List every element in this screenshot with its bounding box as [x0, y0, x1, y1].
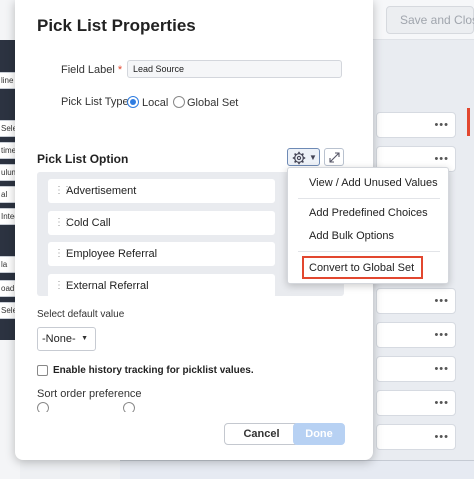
history-tracking-label: Enable history tracking for picklist val…: [53, 365, 254, 376]
default-value-selected: -None-: [42, 333, 76, 345]
bg-row: •••: [376, 390, 456, 416]
bg-row: •••: [376, 112, 456, 138]
radio-local-label: Local: [142, 97, 169, 109]
menu-divider: [298, 198, 440, 199]
chevron-down-icon: ▼: [309, 153, 317, 162]
menu-item-add-bulk-options[interactable]: Add Bulk Options: [288, 226, 448, 246]
pick-list-type-label: Pick List Type: [61, 96, 129, 108]
default-value-select[interactable]: -None- ▼: [37, 327, 96, 351]
required-mark: *: [117, 64, 123, 76]
menu-item-add-predefined-choices[interactable]: Add Predefined Choices: [288, 203, 448, 223]
expand-icon: [329, 152, 340, 163]
field-label-input[interactable]: Lead Source: [127, 60, 342, 78]
option-label: Cold Call: [66, 217, 111, 229]
more-icon[interactable]: •••: [434, 295, 449, 307]
expand-button[interactable]: [324, 148, 344, 166]
gear-icon: [292, 151, 306, 165]
drag-handle-icon[interactable]: ⋮⋮: [54, 274, 72, 296]
list-item[interactable]: ⋮⋮ Cold Call: [48, 211, 275, 235]
chevron-down-icon: ▼: [81, 335, 88, 342]
menu-divider: [298, 251, 440, 252]
more-icon[interactable]: •••: [434, 329, 449, 341]
list-item[interactable]: ⋮⋮ External Referral: [48, 274, 275, 296]
option-label: Advertisement: [66, 185, 137, 197]
more-icon[interactable]: •••: [434, 397, 449, 409]
drag-handle-icon[interactable]: ⋮⋮: [54, 211, 72, 235]
save-and-close-button[interactable]: Save and Close: [386, 6, 474, 34]
sort-radio-partial[interactable]: [37, 402, 49, 412]
option-label: External Referral: [66, 280, 149, 292]
default-value-label: Select default value: [37, 309, 125, 320]
option-label: Employee Referral: [66, 248, 158, 260]
highlight-box: [302, 256, 423, 279]
field-label-text: Field Label: [61, 64, 115, 76]
radio-global-set[interactable]: [173, 96, 185, 108]
sort-radio-partial[interactable]: [123, 402, 135, 412]
more-icon[interactable]: •••: [434, 153, 449, 165]
more-icon[interactable]: •••: [434, 431, 449, 443]
dialog-title: Pick List Properties: [37, 16, 196, 35]
field-label-caption: Field Label *: [61, 64, 122, 76]
bg-row: •••: [376, 424, 456, 450]
bg-row: •••: [376, 322, 456, 348]
background-bottom-row: [120, 460, 474, 479]
list-item[interactable]: ⋮⋮ Advertisement: [48, 179, 275, 203]
bg-row: •••: [376, 356, 456, 382]
more-icon[interactable]: •••: [434, 119, 449, 131]
drag-handle-icon[interactable]: ⋮⋮: [54, 179, 72, 203]
cancel-button[interactable]: Cancel: [224, 423, 299, 445]
radio-global-set-label: Global Set: [187, 97, 239, 109]
more-icon[interactable]: •••: [434, 363, 449, 375]
settings-dropdown-menu: View / Add Unused Values Add Predefined …: [287, 167, 449, 284]
history-tracking-checkbox[interactable]: [37, 365, 48, 376]
drag-handle-icon[interactable]: ⋮⋮: [54, 242, 72, 266]
list-item[interactable]: ⋮⋮ Employee Referral: [48, 242, 275, 266]
background-active-marker: [467, 108, 470, 136]
radio-local[interactable]: [127, 96, 139, 108]
pick-list-option-title: Pick List Option: [37, 152, 129, 166]
done-button[interactable]: Done: [293, 423, 345, 445]
bg-row: •••: [376, 288, 456, 314]
sort-order-label: Sort order preference: [37, 388, 142, 400]
menu-item-view-unused-values[interactable]: View / Add Unused Values: [288, 173, 448, 193]
settings-dropdown-button[interactable]: ▼: [287, 148, 320, 166]
